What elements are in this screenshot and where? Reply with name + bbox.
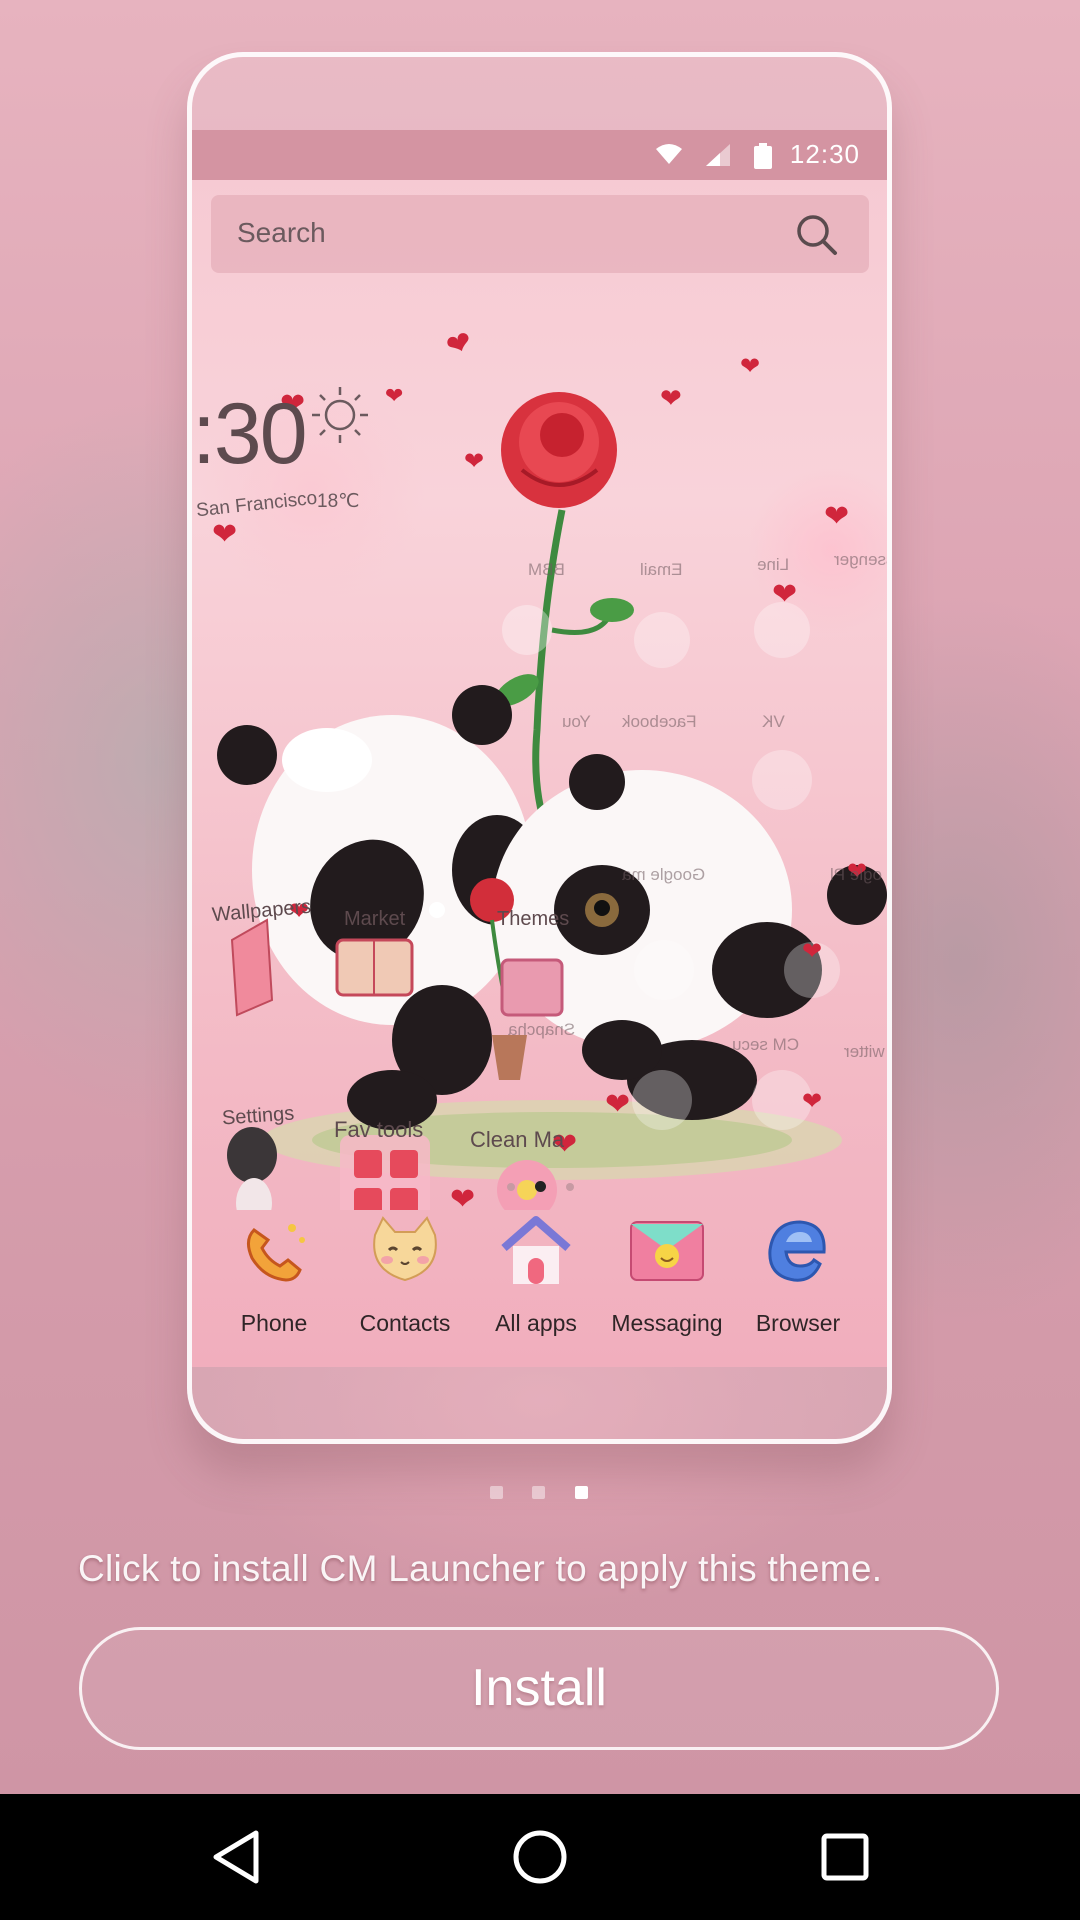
- dock-label-phone: Phone: [240, 1310, 308, 1336]
- app-label-bbm: BBM: [528, 560, 565, 579]
- app-label-fav-tools: Fav tools: [334, 1117, 424, 1142]
- app-label-facebook: Facebook: [622, 712, 697, 731]
- app-label-line: Line: [757, 555, 790, 574]
- theme-preview-screen: 12:30 Search ❤ ❤ ❤ ❤ ❤ ❤ ❤ ❤ ❤ ❤ ❤ ❤ ❤ ❤…: [192, 130, 887, 1367]
- widget-temperature: 18℃: [317, 491, 360, 512]
- heart-icon: ❤: [212, 518, 238, 551]
- dock-label-contacts: Contacts: [359, 1310, 451, 1336]
- heart-icon: ❤: [385, 383, 404, 408]
- app-label-clean-master: Clean Ma: [470, 1127, 565, 1152]
- page-dot: [566, 1183, 574, 1191]
- status-bar: 12:30: [192, 130, 887, 180]
- app-label-email: Email: [640, 560, 683, 579]
- app-label-google-play: ogle Pl: [830, 865, 882, 884]
- heart-icon: ❤: [802, 938, 823, 965]
- dock-label-all-apps: All apps: [495, 1310, 577, 1336]
- home-icon[interactable]: [510, 1827, 570, 1887]
- browser-e-icon: [768, 1220, 826, 1282]
- navigation-bar: [0, 1794, 1080, 1920]
- status-time: 12:30: [789, 139, 860, 169]
- app-label-themes: Themes: [497, 908, 570, 930]
- pager-dot-active[interactable]: [575, 1486, 588, 1499]
- widget-clock: :30: [192, 386, 308, 482]
- app-label-market: Market: [344, 908, 406, 930]
- pager-dot[interactable]: [532, 1486, 545, 1499]
- envelope-icon: [630, 1221, 704, 1281]
- page-dot-active: [535, 1181, 546, 1192]
- signal-icon: [706, 144, 730, 166]
- dock-item-all-apps[interactable]: All apps: [471, 1210, 601, 1360]
- dock-item-contacts[interactable]: Contacts: [340, 1210, 470, 1360]
- phone-icon: [247, 1224, 305, 1282]
- heart-icon: ❤: [772, 578, 798, 611]
- dock-item-messaging[interactable]: Messaging: [602, 1210, 732, 1360]
- wifi-icon: [656, 144, 682, 164]
- search-icon[interactable]: [795, 213, 839, 257]
- search-placeholder: Search: [237, 217, 326, 248]
- dock-label-messaging: Messaging: [611, 1310, 723, 1336]
- cat-contacts-icon: [373, 1216, 437, 1282]
- heart-icon: ❤: [824, 500, 850, 533]
- house-icon: [501, 1216, 571, 1284]
- heart-icon: ❤: [605, 1088, 631, 1121]
- heart-icon: ❤: [740, 353, 761, 380]
- install-message: Click to install CM Launcher to apply th…: [78, 1548, 883, 1589]
- app-label-cm-security: CM secu: [732, 1035, 800, 1054]
- dock: Phone Contacts All apps Messaging Browse…: [192, 1210, 887, 1367]
- dock-item-browser[interactable]: Browser: [733, 1210, 863, 1360]
- page-dot: [507, 1183, 515, 1191]
- app-label-vk: VK: [762, 712, 785, 731]
- app-label-you: You: [562, 712, 591, 731]
- search-bar[interactable]: Search: [211, 195, 869, 273]
- back-icon[interactable]: [208, 1827, 268, 1887]
- preview-page-indicator: [490, 1486, 590, 1500]
- app-label-messenger: ssenger: [834, 550, 887, 569]
- dock-label-browser: Browser: [755, 1310, 841, 1336]
- heart-icon: ❤: [660, 383, 682, 413]
- pager-dot[interactable]: [490, 1486, 503, 1499]
- install-button[interactable]: Install: [79, 1627, 999, 1750]
- sun-icon: [312, 387, 368, 443]
- app-label-google-maps: Google ma: [622, 865, 706, 884]
- home-page-indicator: [507, 1181, 577, 1193]
- heart-icon: ❤: [802, 1088, 823, 1115]
- heart-icon: ❤: [464, 448, 485, 475]
- battery-icon: [754, 143, 772, 169]
- app-label-snapchat: Snapcha: [508, 1020, 576, 1039]
- recents-icon[interactable]: [815, 1827, 875, 1887]
- dock-item-phone[interactable]: Phone: [209, 1210, 339, 1360]
- app-label-twitter: witter: [844, 1042, 885, 1061]
